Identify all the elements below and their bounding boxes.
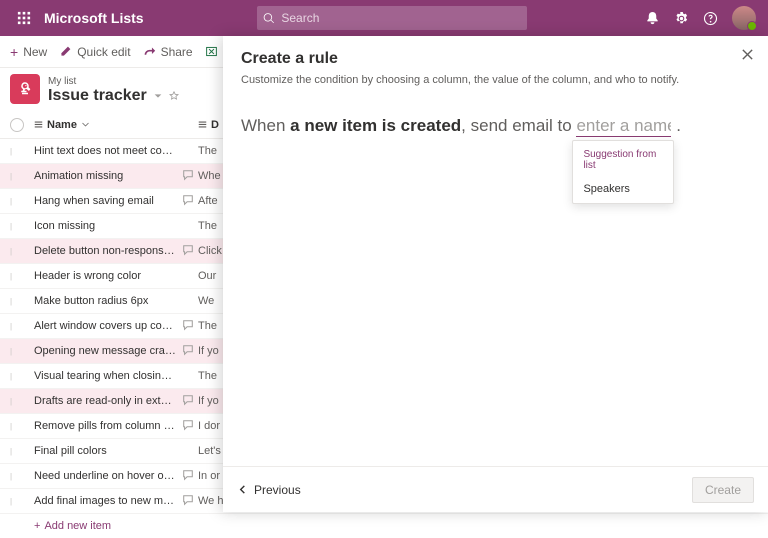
row-name: Header is wrong color	[34, 270, 182, 282]
comment-icon[interactable]	[182, 344, 198, 359]
row-marker: |	[10, 222, 34, 231]
row-marker: |	[10, 147, 34, 156]
row-name: Icon missing	[34, 220, 182, 232]
previous-button[interactable]: Previous	[237, 483, 301, 497]
row-marker: |	[10, 197, 34, 206]
app-launcher-icon[interactable]	[8, 11, 40, 25]
row-name: Animation missing	[34, 170, 182, 182]
row-marker: |	[10, 372, 34, 381]
comment-icon[interactable]	[182, 494, 198, 509]
row-name: Final pill colors	[34, 445, 182, 457]
row-marker: |	[10, 422, 34, 431]
row-marker: |	[10, 297, 34, 306]
add-new-item[interactable]: +Add new item	[0, 514, 768, 538]
favorite-icon[interactable]	[169, 91, 179, 101]
list-icon	[198, 120, 207, 129]
share-button[interactable]: Share	[143, 45, 193, 59]
user-avatar[interactable]	[732, 6, 756, 30]
row-name: Add final images to new message s…	[34, 495, 182, 507]
row-marker: |	[10, 322, 34, 331]
comment-icon[interactable]	[182, 469, 198, 484]
chevron-down-icon	[81, 120, 90, 129]
comment-icon[interactable]	[182, 169, 198, 184]
row-marker: |	[10, 272, 34, 281]
search-box[interactable]	[257, 6, 527, 30]
recipient-input[interactable]	[576, 116, 671, 136]
row-name: Hint text does not meet contrast	[34, 145, 182, 157]
settings-icon[interactable]	[674, 11, 689, 26]
app-name: Microsoft Lists	[44, 10, 144, 26]
row-name: Hang when saving email	[34, 195, 182, 207]
row-name: Opening new message crashes syst…	[34, 345, 182, 357]
suggestion-item[interactable]: Speakers	[573, 175, 673, 203]
rule-sentence: When a new item is created, send email t…	[223, 90, 768, 163]
row-marker: |	[10, 497, 34, 506]
row-marker: |	[10, 472, 34, 481]
row-marker: |	[10, 447, 34, 456]
chevron-down-icon[interactable]	[153, 91, 163, 101]
comment-icon[interactable]	[182, 419, 198, 434]
search-input[interactable]	[281, 11, 521, 25]
select-all[interactable]	[10, 118, 24, 132]
comment-icon[interactable]	[182, 194, 198, 209]
help-icon[interactable]	[703, 11, 718, 26]
comment-icon[interactable]	[182, 394, 198, 409]
row-marker: |	[10, 397, 34, 406]
suggestion-header: Suggestion from list	[573, 141, 673, 175]
row-name: Drafts are read-only in external acc…	[34, 395, 182, 407]
comment-icon[interactable]	[182, 244, 198, 259]
list-icon	[10, 74, 40, 104]
row-name: Delete button non-responsive	[34, 245, 182, 257]
row-name: Visual tearing when closing dialog	[34, 370, 182, 382]
row-marker: |	[10, 172, 34, 181]
create-button[interactable]: Create	[692, 477, 754, 503]
panel-subtitle: Customize the condition by choosing a co…	[241, 74, 750, 86]
row-name: Alert window covers up command …	[34, 320, 182, 332]
row-name: Remove pills from column formatti…	[34, 420, 182, 432]
new-button[interactable]: +New	[10, 45, 47, 59]
create-rule-panel: Create a rule Customize the condition by…	[223, 36, 768, 512]
row-name: Need underline on hover of help li…	[34, 470, 182, 482]
notifications-icon[interactable]	[645, 11, 660, 26]
close-button[interactable]	[741, 48, 754, 64]
panel-title: Create a rule	[241, 50, 750, 68]
column-name[interactable]: Name	[34, 119, 182, 131]
row-marker: |	[10, 347, 34, 356]
column-d[interactable]: D	[198, 119, 219, 131]
suggestion-dropdown: Suggestion from listSpeakers	[572, 140, 674, 204]
comment-icon[interactable]	[182, 319, 198, 334]
row-marker: |	[10, 247, 34, 256]
quick-edit-button[interactable]: Quick edit	[59, 45, 130, 59]
suite-header: Microsoft Lists	[0, 0, 768, 36]
list-icon	[34, 120, 43, 129]
row-name: Make button radius 6px	[34, 295, 182, 307]
